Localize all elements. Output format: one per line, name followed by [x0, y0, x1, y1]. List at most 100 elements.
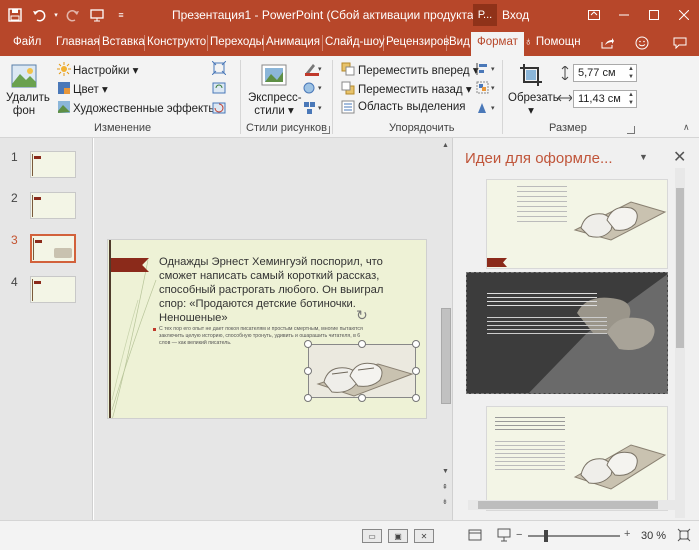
next-slide-icon[interactable]: ⇟: [442, 498, 448, 506]
tab-home[interactable]: Главная: [56, 36, 100, 48]
tab-file[interactable]: Файл: [13, 36, 41, 48]
normal-view-icon[interactable]: [468, 528, 482, 545]
previous-slide-icon[interactable]: ⇞: [442, 483, 448, 491]
height-spinner-icon[interactable]: ▲ ▼: [626, 65, 636, 81]
design-idea-1[interactable]: [486, 179, 668, 269]
scroll-down-icon[interactable]: ▼: [442, 468, 449, 475]
resize-handle-sw[interactable]: [304, 394, 312, 402]
artistic-effects-button[interactable]: Художественные эффекты ▾: [73, 101, 226, 115]
slide-thumbnail-4[interactable]: [30, 276, 76, 303]
resize-handle-ne[interactable]: [412, 340, 420, 348]
taskbar-restore-icon[interactable]: ▣: [388, 529, 408, 543]
tab-view[interactable]: Вид: [449, 36, 470, 48]
ribbon-display-options-icon[interactable]: [579, 0, 609, 30]
color-button[interactable]: Цвет ▾: [73, 82, 108, 96]
start-presentation-icon[interactable]: [86, 4, 108, 26]
slide-thumbnail-1[interactable]: [30, 151, 76, 178]
artistic-effects-icon[interactable]: [57, 100, 71, 117]
crop-icon[interactable]: [518, 62, 544, 93]
change-picture-icon[interactable]: [212, 81, 226, 98]
shape-width-input[interactable]: 11,43 см ▲ ▼: [573, 90, 637, 108]
zoom-level[interactable]: 30 %: [641, 530, 666, 542]
tab-design[interactable]: Конструкто: [147, 36, 206, 48]
quick-styles-button[interactable]: Экспресс- стили ▾: [248, 92, 302, 118]
pane-close-icon[interactable]: ✕: [673, 147, 686, 167]
reset-picture-icon[interactable]: [212, 101, 226, 118]
design-pane-hscroll-thumb[interactable]: [478, 501, 658, 509]
account-button[interactable]: Р...: [473, 4, 497, 26]
crop-button[interactable]: Обрезать ▾: [508, 92, 559, 118]
pane-options-icon[interactable]: ▼: [639, 152, 648, 162]
remove-background-button[interactable]: Удалить фон: [6, 92, 50, 118]
customize-qat-icon[interactable]: ≡: [110, 4, 132, 26]
corrections-button[interactable]: Настройки ▾: [73, 63, 138, 77]
resize-handle-se[interactable]: [412, 394, 420, 402]
presenter-view-icon[interactable]: [497, 528, 511, 545]
zoom-slider[interactable]: [528, 535, 620, 537]
scroll-up-icon[interactable]: ▲: [442, 142, 449, 149]
tab-format[interactable]: Формат: [471, 32, 524, 56]
picture-border-icon[interactable]: ▾: [303, 62, 323, 79]
rotate-icon[interactable]: ▾: [476, 101, 498, 118]
editor-vertical-scrollbar[interactable]: ▲ ▼ ⇞ ⇟: [440, 138, 452, 520]
width-spinner-icon[interactable]: ▲ ▼: [626, 91, 636, 107]
smiley-feedback-icon[interactable]: [632, 34, 652, 52]
selection-pane-button[interactable]: Область выделения: [358, 101, 466, 113]
picture-layout-icon[interactable]: ▾: [303, 101, 323, 118]
design-pane-scroll-thumb[interactable]: [676, 188, 684, 348]
resize-handle-w[interactable]: [304, 367, 312, 375]
collapse-ribbon-icon[interactable]: ∧: [683, 122, 690, 133]
resize-handle-s[interactable]: [358, 394, 366, 402]
compress-pictures-icon[interactable]: [211, 60, 227, 78]
comments-icon[interactable]: [670, 34, 690, 52]
resize-handle-n[interactable]: [358, 340, 366, 348]
align-icon[interactable]: ▾: [476, 62, 498, 79]
tab-animations[interactable]: Анимация: [266, 36, 320, 48]
shape-height-input[interactable]: 5,77 см ▲ ▼: [573, 64, 637, 82]
quick-styles-icon[interactable]: [259, 62, 289, 93]
zoom-in-icon[interactable]: +: [624, 528, 630, 540]
corrections-icon[interactable]: [57, 62, 71, 79]
design-pane-horizontal-scrollbar[interactable]: [468, 500, 678, 510]
resize-handle-e[interactable]: [412, 367, 420, 375]
size-launcher-icon[interactable]: [627, 126, 635, 134]
tab-review[interactable]: Рецензиров: [386, 36, 449, 48]
undo-dropdown-icon[interactable]: ▾: [52, 4, 60, 26]
zoom-slider-knob[interactable]: [544, 530, 548, 542]
taskbar-minimize-icon[interactable]: ▭: [362, 529, 382, 543]
close-icon[interactable]: [669, 0, 699, 30]
save-icon[interactable]: [4, 4, 26, 26]
rotate-handle-icon[interactable]: ↻: [356, 307, 368, 324]
share-icon[interactable]: [598, 34, 618, 52]
remove-background-icon[interactable]: [10, 62, 38, 93]
current-slide[interactable]: Однажды Эрнест Хемингуэй поспорил, что с…: [107, 239, 427, 419]
tell-me-button[interactable]: ♁ Помощн: [524, 36, 581, 48]
send-backward-button[interactable]: Переместить назад ▾: [358, 82, 472, 96]
design-pane-scrollbar[interactable]: [675, 168, 685, 518]
color-icon[interactable]: [57, 81, 71, 98]
resize-handle-nw[interactable]: [304, 340, 312, 348]
group-objects-icon[interactable]: ▾: [476, 81, 498, 98]
fit-slide-icon[interactable]: [677, 528, 691, 545]
zoom-out-icon[interactable]: −: [516, 529, 522, 541]
tab-insert[interactable]: Вставка: [102, 36, 145, 48]
minimize-icon[interactable]: [609, 0, 639, 30]
maximize-icon[interactable]: [639, 0, 669, 30]
selection-pane-icon[interactable]: [341, 100, 355, 117]
send-backward-icon[interactable]: [341, 81, 355, 98]
redo-icon[interactable]: [62, 4, 84, 26]
tab-transitions[interactable]: Переходы: [210, 36, 264, 48]
tab-slideshow[interactable]: Слайд-шоу: [325, 36, 385, 48]
bring-forward-button[interactable]: Переместить вперед ▾: [358, 63, 479, 77]
slide-thumbnail-3[interactable]: [30, 234, 76, 263]
sign-in-link[interactable]: Вход: [502, 8, 529, 22]
taskbar-close-icon[interactable]: ✕: [414, 529, 434, 543]
undo-icon[interactable]: [28, 4, 50, 26]
picture-styles-launcher-icon[interactable]: [322, 126, 330, 134]
picture-effects-icon[interactable]: ▾: [303, 81, 323, 98]
design-idea-3[interactable]: [486, 406, 668, 511]
bring-forward-icon[interactable]: [341, 62, 355, 79]
design-idea-2[interactable]: [466, 272, 668, 394]
editor-scroll-thumb[interactable]: [441, 308, 451, 404]
slide-thumbnail-2[interactable]: [30, 192, 76, 219]
